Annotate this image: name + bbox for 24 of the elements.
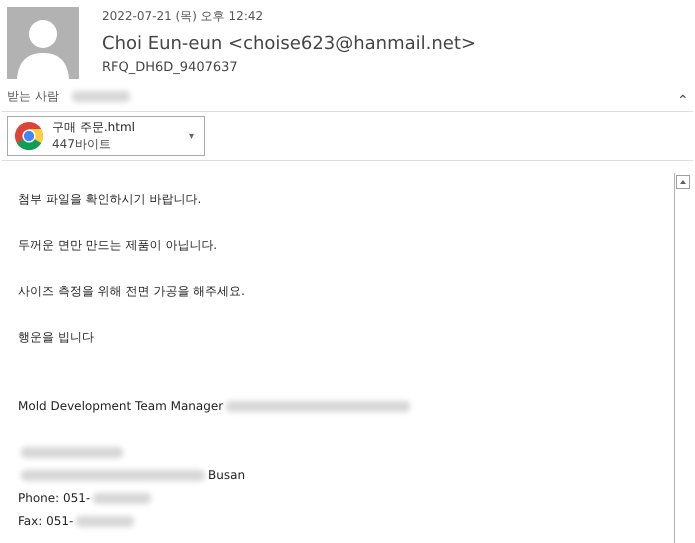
sender-name: Choi Eun-eun <choise623@hanmail.net> xyxy=(102,33,476,54)
redacted-text xyxy=(76,516,134,528)
collapse-button[interactable]: ⌃ xyxy=(675,92,691,108)
dropdown-caret[interactable]: ▾ xyxy=(188,130,194,142)
scroll-up-icon[interactable] xyxy=(676,175,690,189)
redacted-text xyxy=(72,90,130,102)
avatar-icon xyxy=(7,7,79,79)
redacted-text xyxy=(93,493,152,504)
body-text: 행운을 빕니다 xyxy=(18,330,94,344)
body-text: Phone: 051- xyxy=(18,491,90,505)
sent-date: 2022-07-21 (목) 오후 12:42 xyxy=(102,8,264,25)
attachment-name: 구매 주문.html xyxy=(52,119,136,136)
body-text: 사이즈 측정을 위해 전면 가공을 해주세요. xyxy=(18,284,245,298)
body-text: Busan xyxy=(208,468,246,482)
body-text: Fax: 051- xyxy=(18,514,74,528)
scrollbar[interactable] xyxy=(674,173,693,543)
recipient-label: 받는 사람 xyxy=(7,88,59,104)
body-text: Mold Development Team Manager xyxy=(18,399,224,413)
email-subject: RFQ_DH6D_9407637 xyxy=(102,60,239,75)
browser-icon xyxy=(14,121,44,151)
attachment-size: 447바이트 xyxy=(52,136,112,153)
body-text: 첨부 파일을 확인하시기 바랍니다. xyxy=(18,192,202,206)
attachment-card[interactable]: 구매 주문.html 447바이트 ▾ xyxy=(7,116,205,156)
body-text: 두꺼운 면만 만드는 제품이 아닙니다. xyxy=(18,238,218,252)
